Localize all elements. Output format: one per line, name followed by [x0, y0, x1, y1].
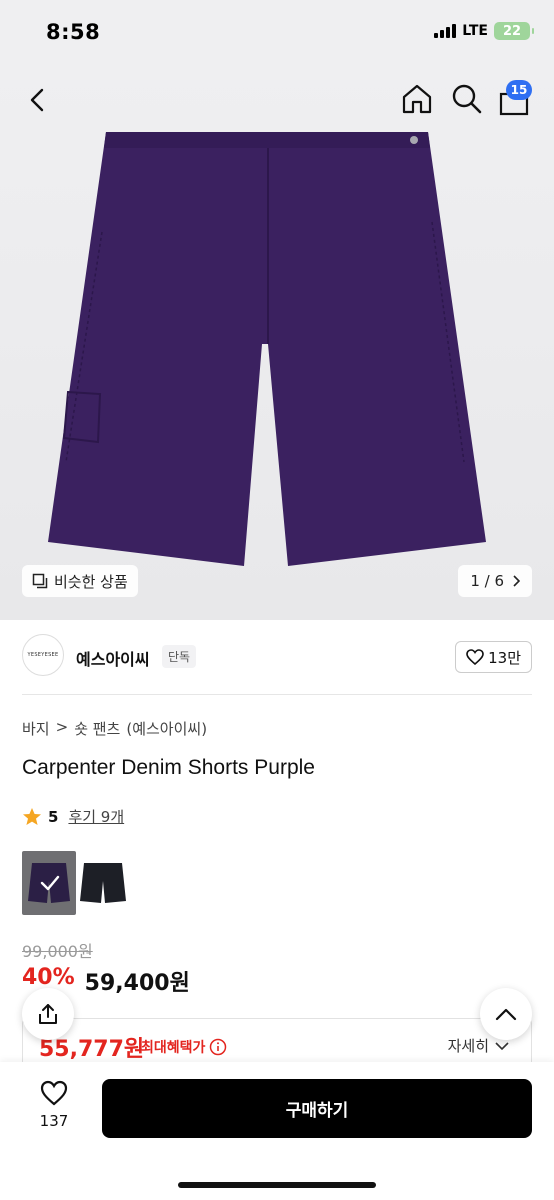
search-icon[interactable]	[450, 82, 484, 116]
gallery-page-indicator[interactable]: 1 / 6	[458, 565, 532, 597]
similar-products-label: 비슷한 상품	[54, 572, 128, 591]
cart-count-badge: 15	[506, 80, 532, 100]
heart-icon	[40, 1080, 68, 1106]
max-benefit-text: 최대혜택가	[141, 1040, 206, 1056]
brand-logo[interactable]: YESEYESEE	[22, 634, 64, 676]
rating-row: 5 후기 9개	[22, 806, 124, 827]
similar-products-button[interactable]: 비슷한 상품	[22, 565, 138, 597]
heart-icon	[466, 649, 484, 665]
brand-like-count: 13만	[488, 648, 521, 667]
breadcrumb-category[interactable]: 바지	[22, 718, 50, 739]
share-icon	[39, 1004, 57, 1024]
battery-level: 22	[502, 23, 522, 39]
share-button[interactable]	[22, 988, 74, 1040]
color-swatch-purple[interactable]	[22, 851, 76, 915]
signal-icon	[434, 24, 457, 38]
breadcrumb-separator-icon: >	[55, 718, 69, 736]
chevron-left-icon[interactable]	[22, 84, 54, 116]
status-bar: 8:58 LTE 22	[0, 0, 554, 66]
buy-button[interactable]: 구매하기	[102, 1079, 532, 1138]
home-indicator	[178, 1182, 376, 1188]
product-title: Carpenter Denim Shorts Purple	[22, 756, 315, 779]
divider	[22, 694, 532, 695]
product-gallery[interactable]: 15 비슷한 상품 1 / 6	[0, 66, 554, 620]
product-like-count: 137	[39, 1112, 69, 1130]
max-benefit-label: 최대혜택가	[141, 1037, 227, 1057]
page-indicator-label: 1 / 6	[470, 572, 504, 590]
scroll-top-button[interactable]	[480, 988, 532, 1040]
brand-like-button[interactable]: 13만	[455, 641, 532, 673]
chevron-up-icon	[495, 1008, 517, 1021]
reviews-link[interactable]: 후기 9개	[68, 806, 124, 827]
chevron-right-icon	[513, 575, 520, 587]
status-time: 8:58	[46, 20, 101, 44]
brand-row: YESEYESEE 예스아이씨 단독 13만	[22, 634, 532, 682]
home-icon[interactable]	[400, 82, 434, 116]
exclusive-badge: 단독	[162, 645, 197, 668]
info-icon[interactable]	[209, 1038, 227, 1056]
status-indicators: LTE 22	[434, 22, 534, 40]
brand-name[interactable]: 예스아이씨	[76, 646, 150, 670]
star-icon	[23, 807, 41, 825]
rating-score: 5	[48, 807, 59, 826]
similar-icon	[32, 573, 48, 589]
breadcrumb: 바지 > 숏 팬츠 (예스아이씨)	[22, 718, 207, 739]
swatch-black-image	[80, 863, 126, 903]
color-swatch-black[interactable]	[76, 851, 130, 915]
battery-icon: 22	[494, 22, 534, 40]
network-label: LTE	[462, 23, 488, 39]
product-image[interactable]	[40, 132, 500, 572]
original-price: 99,000원	[22, 942, 93, 961]
bottom-action-bar: 137 구매하기	[0, 1062, 554, 1200]
breadcrumb-subcategory[interactable]: 숏 팬츠	[74, 718, 120, 739]
benefit-detail-label: 자세히	[447, 1037, 489, 1055]
breadcrumb-brand[interactable]: (예스아이씨)	[126, 718, 207, 739]
chevron-down-icon	[495, 1041, 509, 1050]
sale-price: 59,400원	[84, 971, 190, 996]
swatch-purple-image	[28, 863, 70, 903]
product-like-button[interactable]: 137	[28, 1080, 80, 1130]
